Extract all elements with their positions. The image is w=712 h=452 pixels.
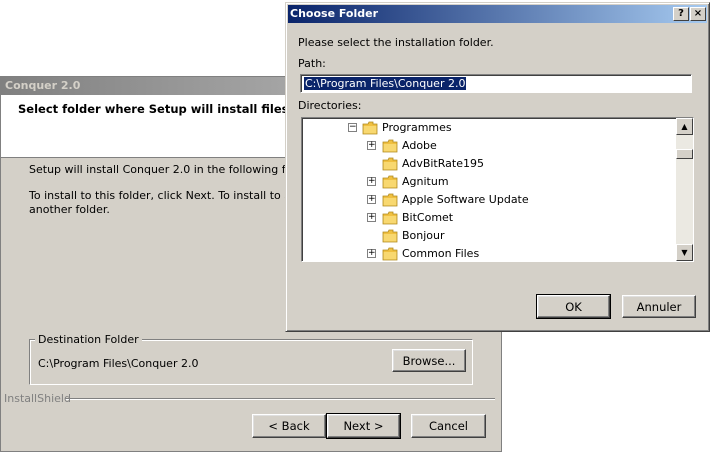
path-label: Path: — [298, 57, 326, 70]
tree-item-label: Apple Software Update — [402, 193, 529, 206]
setup-header-title: Select folder where Setup will install f… — [18, 102, 293, 116]
help-button[interactable]: ? — [673, 7, 689, 21]
setup-info-line-1: Setup will install Conquer 2.0 in the fo… — [29, 163, 317, 176]
annuler-button[interactable]: Annuler — [622, 295, 696, 318]
tree-item[interactable]: AdvBitRate195 — [302, 155, 675, 173]
cancel-button[interactable]: Cancel — [411, 414, 486, 438]
choose-folder-dialog: Choose Folder ? × Please select the inst… — [285, 2, 710, 332]
expand-icon[interactable]: + — [367, 195, 376, 204]
back-button[interactable]: < Back — [252, 414, 326, 438]
choose-folder-title: Choose Folder — [290, 7, 379, 20]
tree-item-label: Agnitum — [402, 175, 449, 188]
folder-icon — [382, 211, 398, 225]
folder-icon — [382, 139, 398, 153]
folder-icon — [382, 247, 398, 261]
instruction-text: Please select the installation folder. — [298, 36, 494, 49]
scrollbar-thumb[interactable] — [676, 149, 693, 159]
folder-icon — [382, 193, 398, 207]
setup-info-line-3: another folder. — [29, 203, 110, 216]
expand-icon[interactable]: + — [367, 213, 376, 222]
folder-icon — [382, 229, 398, 243]
setup-window-title: Conquer 2.0 — [5, 79, 81, 92]
destination-path: C:\Program Files\Conquer 2.0 — [38, 357, 199, 370]
expand-icon[interactable]: + — [367, 141, 376, 150]
destination-folder-label: Destination Folder — [35, 333, 142, 346]
folder-icon — [382, 175, 398, 189]
tree-item[interactable]: + Common Files — [302, 245, 675, 261]
tree-item-label: Bonjour — [402, 229, 445, 242]
tree-vertical-scrollbar[interactable]: ▲ ▼ — [676, 118, 693, 261]
tree-item-label: Common Files — [402, 247, 480, 260]
tree-item-label: Programmes — [382, 121, 452, 134]
browse-button[interactable]: Browse... — [392, 349, 466, 372]
expand-icon[interactable]: + — [367, 177, 376, 186]
folder-icon — [382, 157, 398, 171]
path-input[interactable]: C:\Program Files\Conquer 2.0 — [300, 74, 692, 93]
tree-item[interactable]: − Programmes — [302, 119, 675, 137]
path-input-value: C:\Program Files\Conquer 2.0 — [304, 77, 467, 90]
expand-icon[interactable]: + — [367, 249, 376, 258]
tree-item-label: AdvBitRate195 — [402, 157, 484, 170]
installshield-label: InstallShield — [4, 392, 71, 405]
tree-item[interactable]: + Adobe — [302, 137, 675, 155]
scroll-down-arrow-icon[interactable]: ▼ — [676, 244, 693, 261]
folder-icon — [362, 121, 378, 135]
tree-item[interactable]: + BitComet — [302, 209, 675, 227]
tree-item[interactable]: Bonjour — [302, 227, 675, 245]
tree-item-label: BitComet — [402, 211, 454, 224]
directories-label: Directories: — [298, 99, 362, 112]
next-button[interactable]: Next > — [326, 413, 401, 439]
tree-item[interactable]: + Agnitum — [302, 173, 675, 191]
close-button[interactable]: × — [690, 7, 706, 21]
directory-tree[interactable]: − Programmes + Adobe AdvBitRate195 + Agnitum + A… — [301, 117, 694, 262]
choose-folder-title-bar[interactable]: Choose Folder ? × — [288, 5, 707, 23]
collapse-icon[interactable]: − — [348, 123, 357, 132]
scroll-up-arrow-icon[interactable]: ▲ — [676, 118, 693, 135]
tree-item-label: Adobe — [402, 139, 437, 152]
installshield-divider — [65, 398, 495, 400]
tree-item[interactable]: + Apple Software Update — [302, 191, 675, 209]
ok-button[interactable]: OK — [536, 294, 611, 319]
